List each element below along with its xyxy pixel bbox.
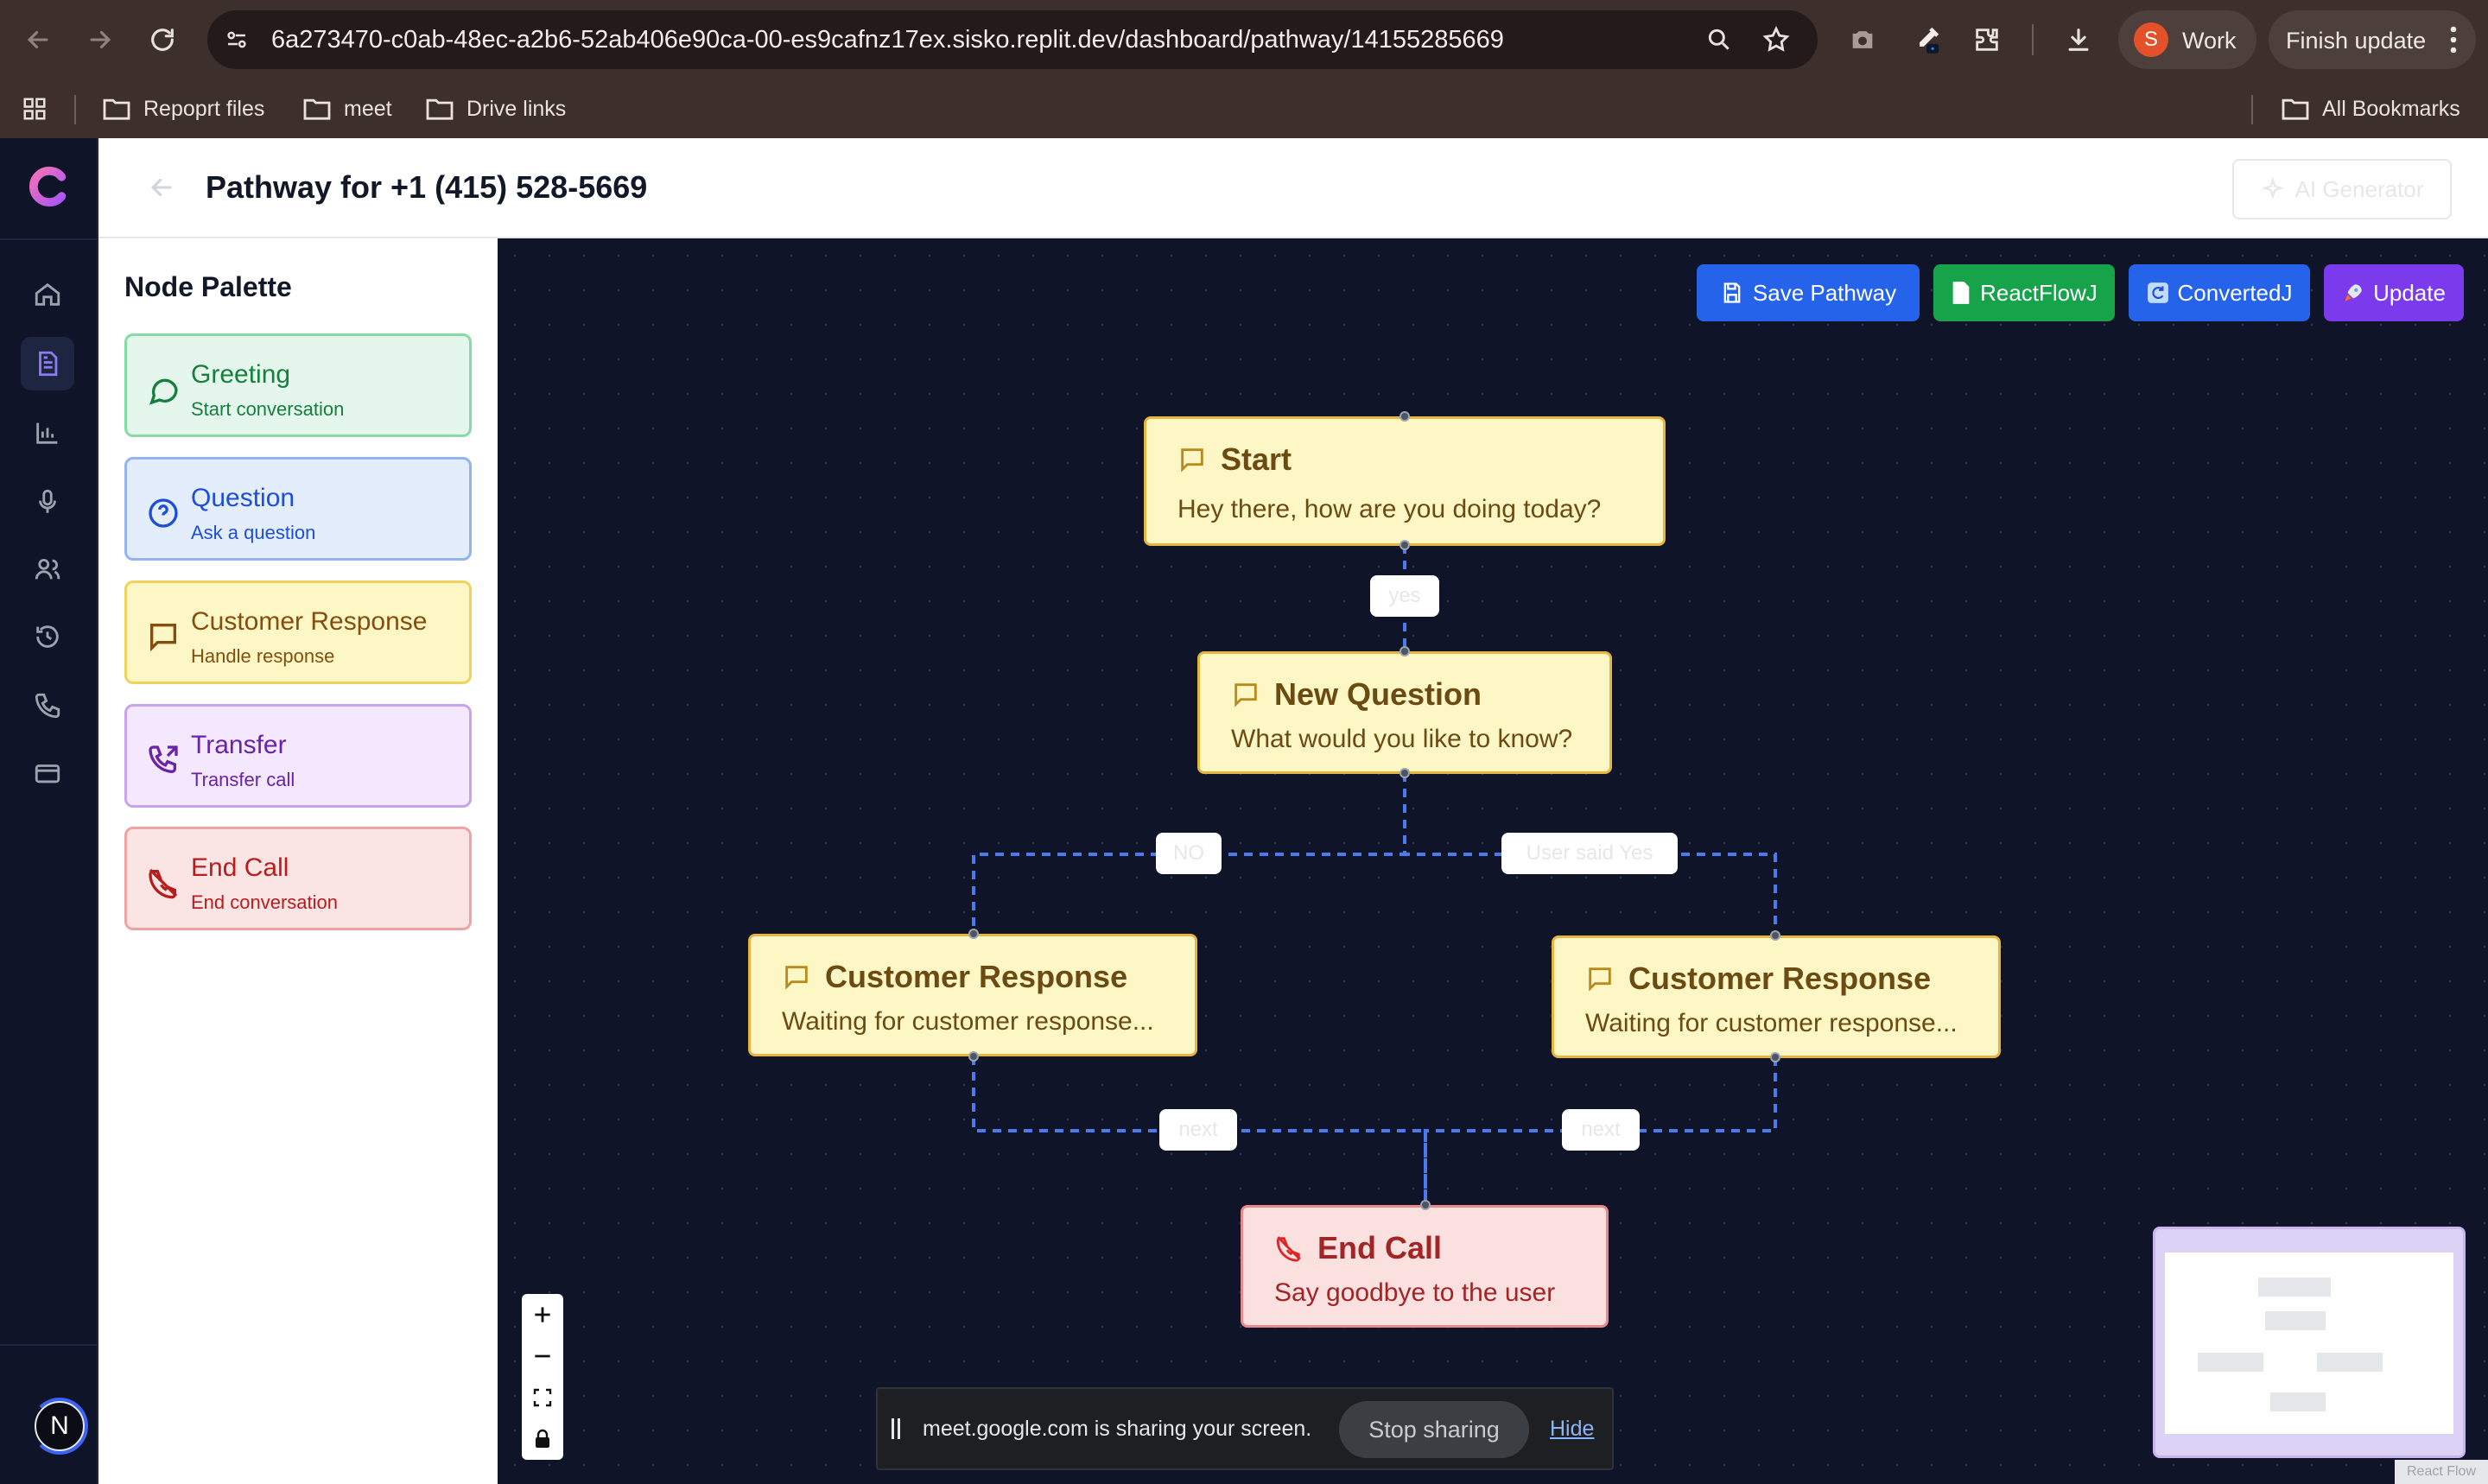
rocket-icon [2345, 284, 2362, 301]
edge-label[interactable]: NO [1156, 833, 1222, 874]
minimap-node [2317, 1353, 2383, 1372]
message-square-icon [1589, 967, 1611, 992]
node-customer-response-right[interactable]: Customer Response Waiting for customer r… [1552, 935, 2001, 1058]
node-handle[interactable] [1400, 646, 1410, 656]
file-icon [1952, 282, 1970, 304]
converted-label: ConvertedJ [2177, 279, 2293, 306]
node-handle[interactable] [1400, 540, 1410, 550]
message-square-icon [785, 966, 808, 990]
minimap-node [2258, 1278, 2331, 1297]
node-handle[interactable] [968, 929, 979, 939]
node-new-question[interactable]: New Question What would you like to know… [1197, 651, 1612, 774]
update-label: Update [2373, 279, 2446, 306]
zoom-in-icon[interactable] [522, 1294, 563, 1335]
edge-label[interactable]: next [1159, 1109, 1237, 1151]
node-body: Say goodbye to the user [1274, 1278, 1556, 1307]
node-end-call[interactable]: End Call Say goodbye to the user [1241, 1205, 1609, 1328]
node-title: Start [1221, 441, 1292, 477]
node-handle[interactable] [968, 1051, 979, 1062]
stop-sharing-button[interactable]: Stop sharing [1339, 1401, 1529, 1458]
converted-json-button[interactable]: ConvertedJ [2129, 264, 2310, 321]
edge-label[interactable]: User said Yes [1501, 833, 1678, 874]
node-body: Waiting for customer response... [1585, 1009, 1958, 1037]
minimap-node [2265, 1311, 2326, 1330]
minimap-node [2198, 1353, 2263, 1372]
node-handle[interactable] [1420, 1200, 1431, 1210]
node-handle[interactable] [1770, 1052, 1780, 1062]
node-body: Hey there, how are you doing today? [1177, 495, 1602, 523]
node-title: Customer Response [1628, 961, 1932, 996]
save-icon [1723, 282, 1741, 303]
hide-link[interactable]: Hide [1550, 1417, 1594, 1442]
node-handle[interactable] [1400, 411, 1410, 422]
zoom-out-icon[interactable] [522, 1335, 563, 1377]
save-label: Save Pathway [1752, 279, 1897, 306]
node-title: Customer Response [825, 959, 1128, 994]
node-handle[interactable] [1770, 930, 1780, 941]
node-title: End Call [1317, 1230, 1443, 1265]
attribution[interactable]: React Flow [2395, 1460, 2488, 1484]
edge-label[interactable]: yes [1370, 575, 1439, 617]
node-body: Waiting for customer response... [782, 1007, 1154, 1036]
phone-off-icon [1276, 1236, 1301, 1262]
lock-icon[interactable] [522, 1418, 563, 1460]
edge-label[interactable]: next [1562, 1109, 1640, 1151]
share-message: meet.google.com is sharing your screen. [923, 1417, 1312, 1441]
node-handle[interactable] [1400, 768, 1410, 778]
screen-share-bar: meet.google.com is sharing your screen. … [876, 1387, 1614, 1470]
reactflow-json-button[interactable]: ReactFlowJ [1933, 264, 2115, 321]
refresh-icon [2147, 282, 2168, 303]
node-start[interactable]: Start Hey there, how are you doing today… [1144, 416, 1666, 546]
message-square-icon [1234, 683, 1257, 707]
zoom-controls [522, 1294, 563, 1460]
reactflow-label: ReactFlowJ [1980, 279, 2098, 306]
node-customer-response-left[interactable]: Customer Response Waiting for customer r… [748, 934, 1197, 1056]
fit-view-icon[interactable] [522, 1377, 563, 1418]
node-body: What would you like to know? [1231, 725, 1573, 753]
message-square-icon [1181, 448, 1203, 472]
drag-handle-icon[interactable] [892, 1418, 902, 1443]
save-pathway-button[interactable]: Save Pathway [1697, 264, 1920, 321]
node-title: New Question [1274, 676, 1482, 712]
minimap-node [2270, 1392, 2326, 1411]
update-button[interactable]: Update [2324, 264, 2464, 321]
